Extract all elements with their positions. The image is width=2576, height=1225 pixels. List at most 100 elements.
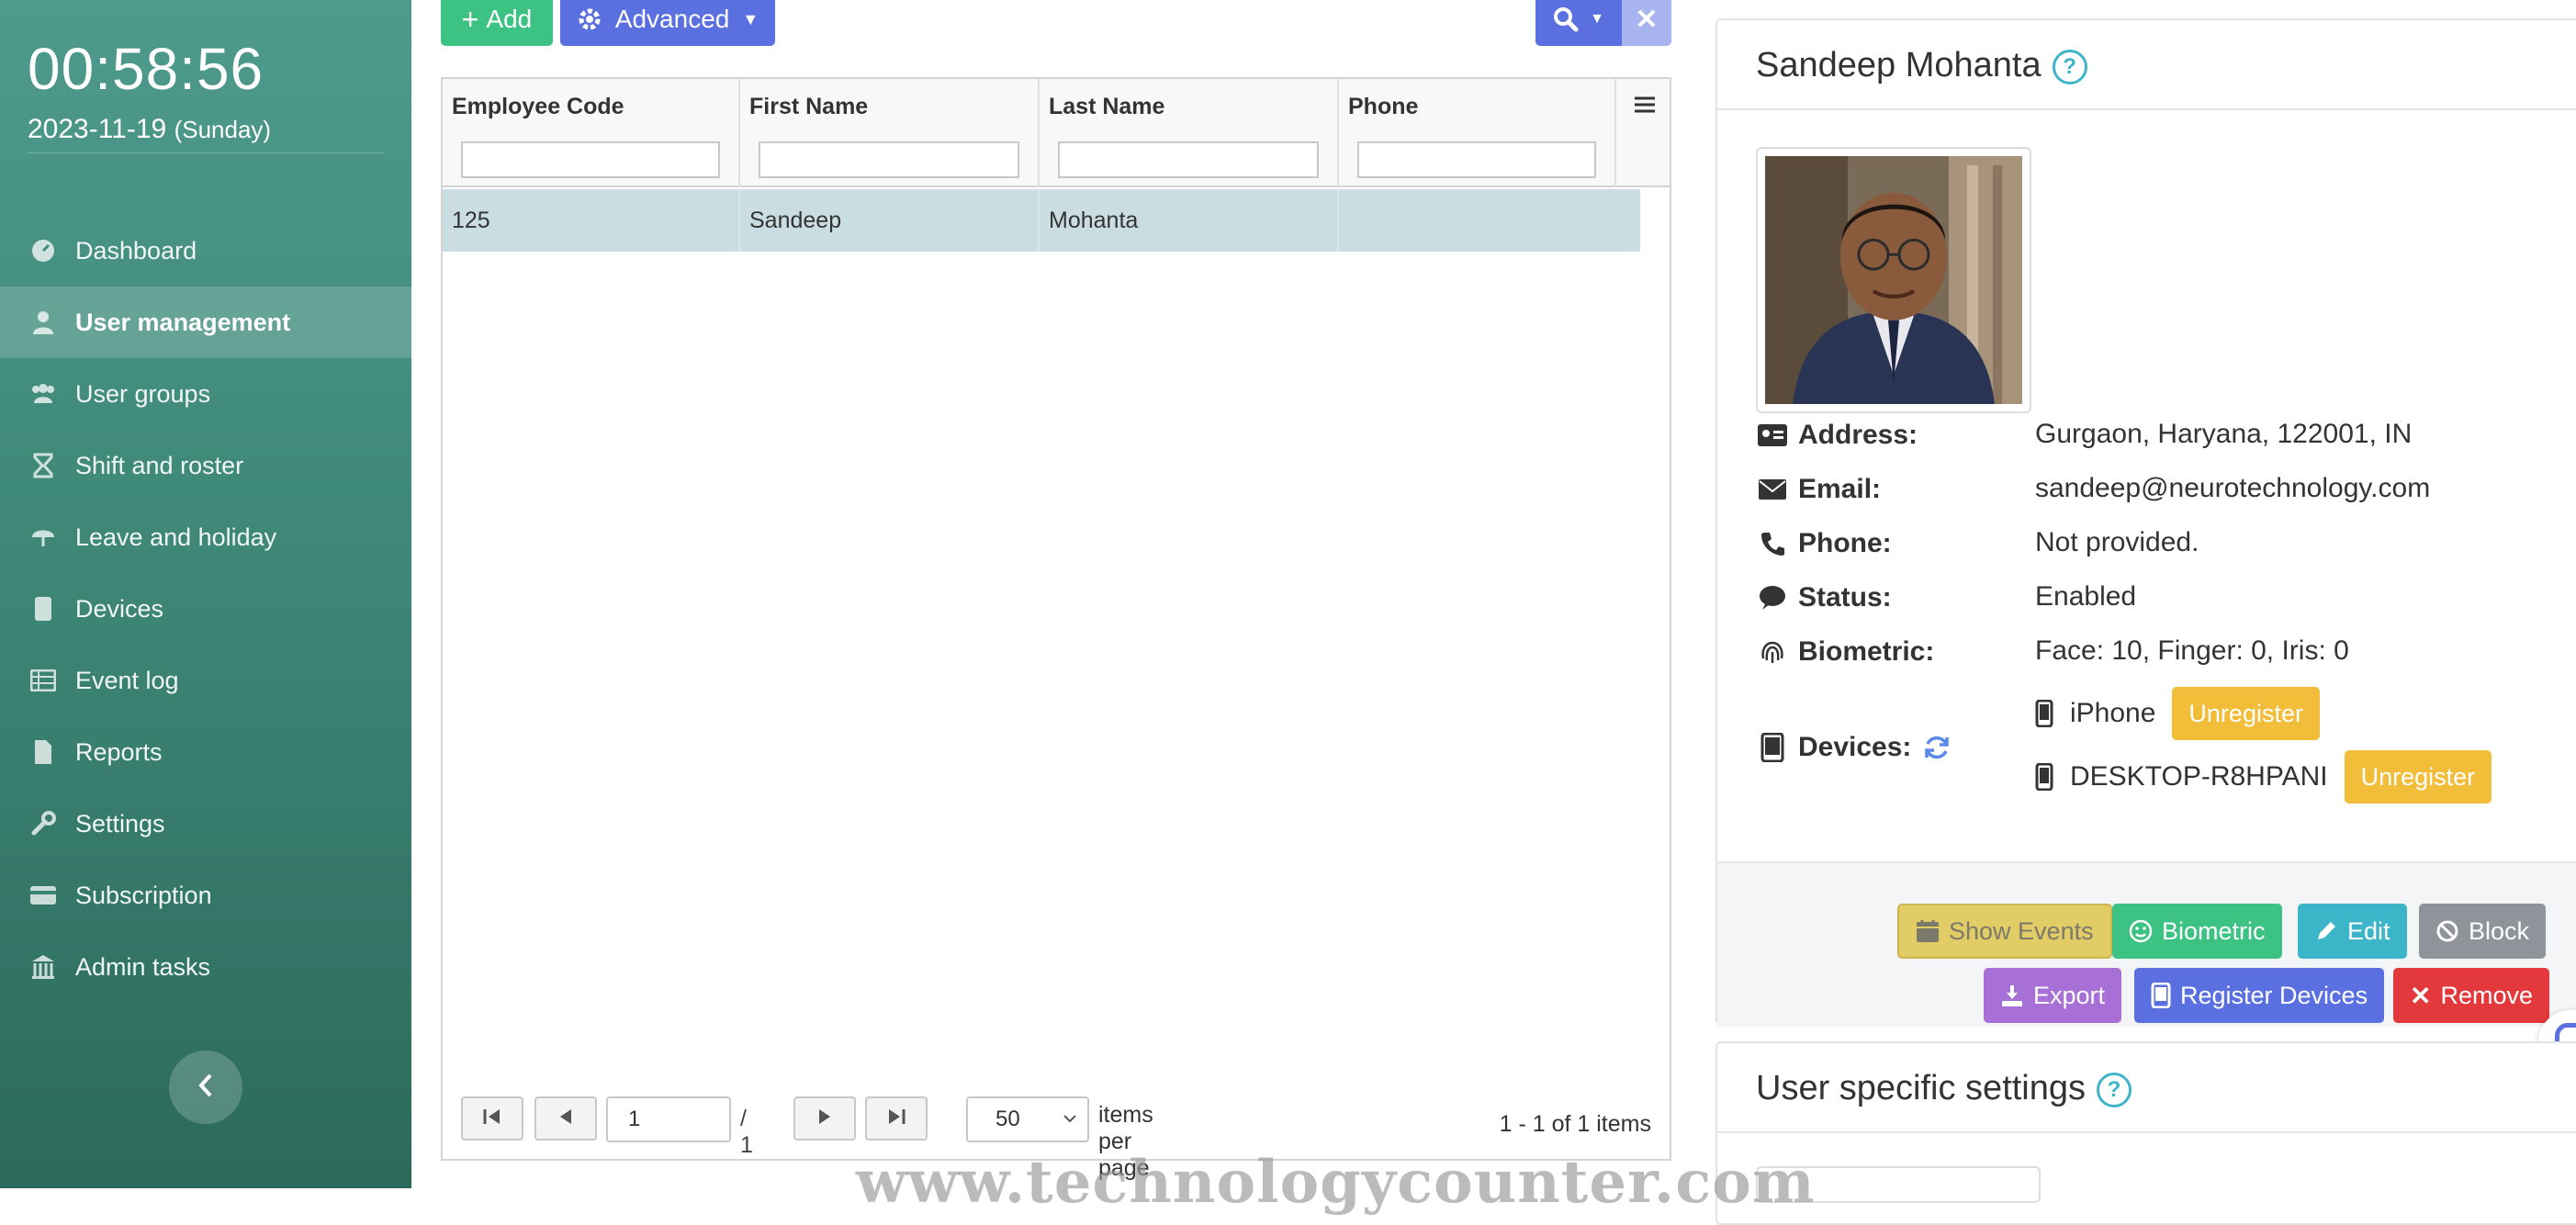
biometric-button[interactable]: Biometric xyxy=(2112,904,2282,959)
biometric-value: Face: 10, Finger: 0, Iris: 0 xyxy=(2035,635,2349,666)
panel-title: Sandeep Mohanta? xyxy=(1756,46,2087,85)
collapse-sidebar-button[interactable] xyxy=(169,1051,242,1124)
filter-first-name-input[interactable] xyxy=(759,141,1019,178)
device-name: iPhone xyxy=(2070,698,2156,728)
column-menu-button[interactable] xyxy=(1616,79,1670,187)
cell-first-name: Sandeep xyxy=(740,189,1040,252)
export-button[interactable]: Export xyxy=(1984,968,2122,1023)
filter-phone-input[interactable] xyxy=(1357,141,1596,178)
clear-search-button[interactable]: ✕ xyxy=(1622,0,1671,46)
email-value: sandeep@neurotechnology.com xyxy=(2035,473,2431,503)
fingerprint-icon xyxy=(1756,635,1789,669)
cell-phone xyxy=(1339,189,1640,252)
advanced-button[interactable]: Advanced ▼ xyxy=(560,0,775,46)
biometric-label: Biometric xyxy=(2162,916,2266,945)
hourglass-icon xyxy=(29,452,57,479)
last-page-button[interactable] xyxy=(865,1096,928,1141)
page-size-select[interactable]: 50 xyxy=(966,1096,1089,1142)
show-events-button[interactable]: Show Events xyxy=(1897,904,2112,959)
sidebar-item-user-groups[interactable]: User groups xyxy=(0,358,411,430)
user-settings-panel: User specific settings? xyxy=(1715,1041,2576,1225)
help-icon[interactable]: ? xyxy=(2097,1072,2132,1107)
sidebar-item-leave-and-holiday[interactable]: Leave and holiday xyxy=(0,501,411,573)
watermark: www.technologycounter.com xyxy=(856,1148,1816,1217)
action-bar: Show Events Biometric Edit Block Export … xyxy=(1717,861,2576,1027)
edit-button[interactable]: Edit xyxy=(2298,904,2407,959)
caret-down-icon: ▼ xyxy=(1590,11,1604,27)
sidebar-item-devices[interactable]: Devices xyxy=(0,573,411,645)
chevron-down-icon xyxy=(1062,1098,1078,1155)
register-devices-button[interactable]: Register Devices xyxy=(2134,968,2385,1023)
total-pages: / 1 xyxy=(740,1106,753,1158)
file-icon xyxy=(29,738,57,766)
sidebar-item-shift-and-roster[interactable]: Shift and roster xyxy=(0,430,411,501)
email-label-wrap: Email: xyxy=(1756,473,2031,506)
filter-last-name-input[interactable] xyxy=(1058,141,1319,178)
sidebar-item-label: Event log xyxy=(75,666,179,694)
page-size-value: 50 xyxy=(996,1107,1020,1131)
device-name: DESKTOP-R8HPANI xyxy=(2070,761,2328,792)
sidebar-item-settings[interactable]: Settings xyxy=(0,788,411,860)
download-icon xyxy=(2000,983,2024,1007)
sidebar-item-reports[interactable]: Reports xyxy=(0,716,411,788)
address-label-wrap: Address: xyxy=(1756,419,2031,452)
pencil-icon xyxy=(2314,919,2338,943)
filter-employee-code-input[interactable] xyxy=(461,141,720,178)
advanced-button-label: Advanced xyxy=(614,5,730,33)
unregister-button[interactable]: Unregister xyxy=(2344,750,2492,804)
remove-button[interactable]: ✕ Remove xyxy=(2393,968,2550,1023)
calendar-icon xyxy=(1916,919,1940,943)
users-grid: Employee Code First Name Last Name Phone… xyxy=(441,77,1671,1181)
ban-icon xyxy=(2435,919,2459,943)
comment-icon xyxy=(1756,581,1789,614)
close-icon: ✕ xyxy=(2410,981,2432,1010)
sidebar-item-admin-tasks[interactable]: Admin tasks xyxy=(0,931,411,1003)
table-row[interactable]: 125 Sandeep Mohanta xyxy=(443,189,1640,252)
edit-label: Edit xyxy=(2347,916,2390,945)
sidebar-item-dashboard[interactable]: Dashboard xyxy=(0,215,411,287)
credit-card-icon xyxy=(29,882,57,909)
search-button[interactable]: ▼ xyxy=(1535,0,1622,46)
prev-page-button[interactable] xyxy=(534,1096,597,1141)
search-icon xyxy=(1553,6,1579,32)
unregister-button[interactable]: Unregister xyxy=(2172,687,2320,740)
sidebar-item-label: User groups xyxy=(75,379,211,408)
umbrella-icon xyxy=(29,523,57,551)
sidebar-item-label: Subscription xyxy=(75,881,212,909)
column-phone[interactable]: Phone xyxy=(1339,79,1616,187)
date-display: 2023-11-19 (Sunday) xyxy=(28,114,271,145)
building-icon xyxy=(29,953,57,981)
tablet-icon xyxy=(1756,731,1789,764)
next-page-button[interactable] xyxy=(793,1096,856,1141)
column-last-name[interactable]: Last Name xyxy=(1040,79,1339,187)
first-page-icon xyxy=(482,1107,502,1130)
add-button-label: Add xyxy=(486,5,533,33)
sidebar-item-label: Reports xyxy=(75,737,163,766)
first-page-button[interactable] xyxy=(461,1096,523,1141)
status-label-wrap: Status: xyxy=(1756,581,2031,614)
address-value: Gurgaon, Haryana, 122001, IN xyxy=(2035,419,2413,449)
sidebar-item-label: Shift and roster xyxy=(75,451,244,479)
sidebar-item-user-management[interactable]: User management xyxy=(0,287,411,358)
sidebar-item-label: Leave and holiday xyxy=(75,523,277,551)
device-item: DESKTOP-R8HPANI Unregister xyxy=(2035,750,2492,804)
refresh-icon[interactable] xyxy=(1922,733,1952,762)
column-header-label: Employee Code xyxy=(452,94,624,119)
biometric-label-wrap: Biometric: xyxy=(1756,635,2031,669)
sidebar-item-subscription[interactable]: Subscription xyxy=(0,860,411,931)
divider xyxy=(1717,1131,2576,1133)
help-icon[interactable]: ? xyxy=(2052,49,2087,84)
plus-icon: + xyxy=(461,2,479,36)
devices-label-wrap: Devices: xyxy=(1756,731,2031,764)
page-number-input[interactable]: 1 xyxy=(606,1096,731,1142)
column-first-name[interactable]: First Name xyxy=(740,79,1040,187)
block-button[interactable]: Block xyxy=(2419,904,2547,959)
settings-title-text: User specific settings xyxy=(1756,1069,2087,1107)
column-employee-code[interactable]: Employee Code xyxy=(443,79,740,187)
add-button[interactable]: + Add xyxy=(441,0,553,46)
sidebar-item-event-log[interactable]: Event log xyxy=(0,645,411,716)
envelope-icon xyxy=(1756,473,1789,506)
device-icon xyxy=(29,595,57,623)
day-of-week: (Sunday) xyxy=(174,116,272,143)
sidebar-item-label: Settings xyxy=(75,809,165,837)
